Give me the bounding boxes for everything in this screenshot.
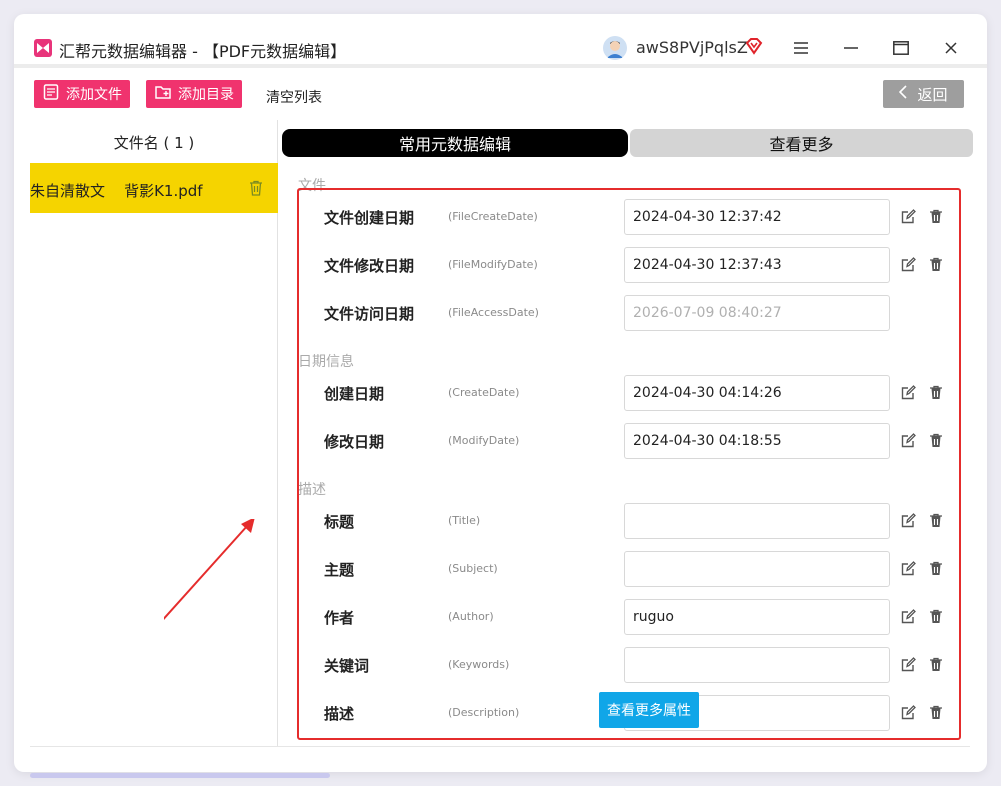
field-label: 修改日期 [324, 433, 385, 451]
field-key: (Description) [448, 706, 520, 719]
close-icon[interactable] [936, 34, 966, 62]
app-window: 汇帮元数据编辑器 - 【PDF元数据编辑】 awS8PVjPqlsZ 添加文件 … [14, 14, 987, 772]
trash-icon[interactable] [929, 209, 943, 224]
trash-icon[interactable] [929, 609, 943, 624]
trash-icon[interactable] [929, 513, 943, 528]
field-label: 文件访问日期 [324, 305, 415, 323]
field-label: 文件修改日期 [324, 257, 415, 275]
field-label: 文件创建日期 [324, 209, 415, 227]
add-file-label: 添加文件 [66, 87, 122, 103]
trash-icon[interactable] [929, 385, 943, 400]
modify-date-input[interactable]: 2024-04-30 04:18:55 [624, 423, 890, 459]
field-label: 关键词 [324, 657, 370, 675]
author-input[interactable]: ruguo [624, 599, 890, 635]
title-input[interactable] [624, 503, 890, 539]
menu-icon[interactable] [786, 34, 816, 62]
file-list-panel: 文件名 ( 1 ) 朱自清散文 背影K1.pdf [30, 120, 278, 746]
edit-icon[interactable] [901, 513, 916, 528]
field-label: 创建日期 [324, 385, 385, 403]
add-folder-icon [154, 83, 172, 105]
add-dir-button[interactable]: 添加目录 [146, 80, 242, 108]
field-key: (FileAccessDate) [448, 306, 539, 319]
back-button[interactable]: 返回 [883, 80, 964, 108]
create-date-input[interactable]: 2024-04-30 04:14:26 [624, 375, 890, 411]
window-title: 汇帮元数据编辑器 - 【PDF元数据编辑】 [59, 42, 347, 61]
field-label: 主题 [324, 561, 355, 579]
trash-icon[interactable] [929, 705, 943, 720]
file-create-date-input[interactable]: 2024-04-30 12:37:42 [624, 199, 890, 235]
field-label: 作者 [324, 609, 355, 627]
keywords-input[interactable] [624, 647, 890, 683]
minimize-icon[interactable] [836, 34, 866, 62]
edit-icon[interactable] [901, 385, 916, 400]
edit-icon[interactable] [901, 657, 916, 672]
field-key: (CreateDate) [448, 386, 520, 399]
edit-icon[interactable] [901, 433, 916, 448]
file-list-header: 文件名 ( 1 ) [113, 134, 195, 152]
trash-icon[interactable] [929, 657, 943, 672]
list-item[interactable]: 朱自清散文 背影K1.pdf [30, 163, 278, 213]
field-key: (Author) [448, 610, 494, 623]
edit-icon[interactable] [901, 257, 916, 272]
edit-icon[interactable] [901, 561, 916, 576]
edit-icon[interactable] [901, 705, 916, 720]
trash-icon[interactable] [929, 561, 943, 576]
trash-icon[interactable] [249, 180, 263, 196]
file-modify-date-input[interactable]: 2024-04-30 12:37:43 [624, 247, 890, 283]
field-label: 描述 [324, 705, 355, 723]
tab-view-more[interactable]: 查看更多 [630, 129, 973, 157]
field-key: (ModifyDate) [448, 434, 520, 447]
edit-icon[interactable] [901, 609, 916, 624]
field-label: 标题 [324, 513, 355, 531]
avatar[interactable] [603, 36, 627, 60]
back-label: 返回 [917, 85, 948, 104]
horizontal-scrollbar[interactable] [30, 773, 330, 778]
edit-icon[interactable] [901, 209, 916, 224]
field-key: (Title) [448, 514, 481, 527]
field-key: (FileCreateDate) [448, 210, 538, 223]
field-key: (FileModifyDate) [448, 258, 538, 271]
trash-icon[interactable] [929, 257, 943, 272]
file-access-date-input: 2026-07-09 08:40:27 [624, 295, 890, 331]
username[interactable]: awS8PVjPqlsZ [636, 38, 748, 57]
vip-diamond-icon[interactable] [744, 37, 764, 57]
subject-input[interactable] [624, 551, 890, 587]
add-file-icon [42, 83, 60, 105]
annotation-arrow [164, 519, 255, 621]
status-bar [30, 746, 970, 760]
app-logo-icon [34, 39, 52, 57]
add-dir-label: 添加目录 [178, 87, 234, 103]
trash-icon[interactable] [929, 433, 943, 448]
add-file-button[interactable]: 添加文件 [34, 80, 130, 108]
more-properties-button[interactable]: 查看更多属性 [599, 692, 699, 728]
chevron-left-icon [899, 85, 908, 103]
field-key: (Keywords) [448, 658, 510, 671]
field-key: (Subject) [448, 562, 498, 575]
tab-common-metadata[interactable]: 常用元数据编辑 [282, 129, 628, 157]
maximize-icon[interactable] [886, 34, 916, 62]
file-name: 朱自清散文 背影K1.pdf [30, 182, 203, 200]
title-bar: 汇帮元数据编辑器 - 【PDF元数据编辑】 awS8PVjPqlsZ [14, 14, 987, 68]
clear-list-button[interactable]: 清空列表 [266, 87, 322, 107]
